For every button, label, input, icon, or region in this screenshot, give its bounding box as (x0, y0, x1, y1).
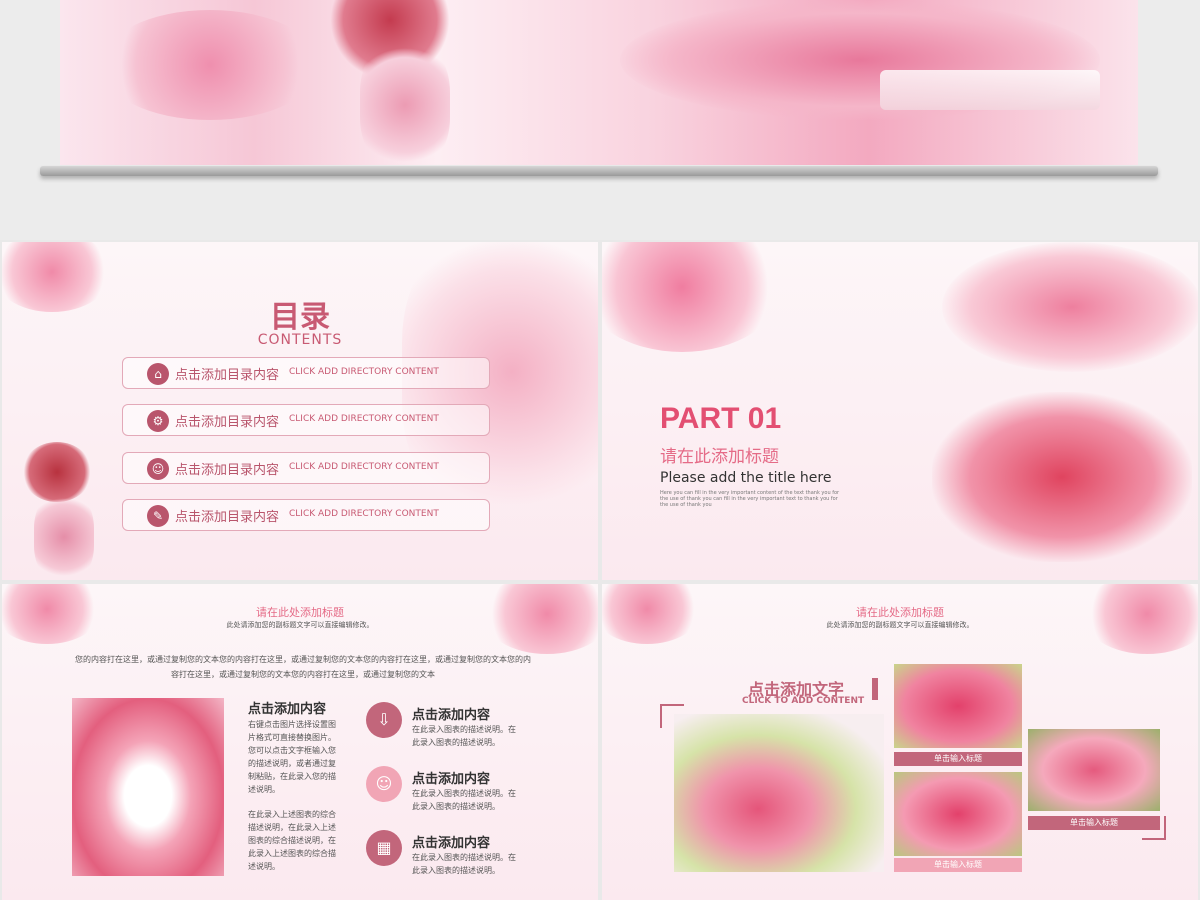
intro-paragraph: 您的内容打在这里，或通过复制您的文本您的内容打在这里，或通过复制您的文本您的内容… (75, 655, 531, 679)
slide-header-subtitle: 此处请添加您的副标题文字可以直接编辑修改。 (826, 621, 974, 629)
item-title: 点击添加内容 (412, 772, 491, 787)
item-title: 点击添加内容 (412, 836, 491, 851)
slide-content[interactable]: 请在此处添加标题 此处请添加您的副标题文字可以直接编辑修改。 您的内容打在这里，… (2, 584, 598, 900)
slide-header-title: 请在此处添加标题 (856, 606, 944, 619)
download-icon: ⇩ (366, 702, 402, 738)
toc-title: 目录 (270, 300, 330, 335)
blossom-photo-2 (894, 772, 1022, 856)
toc-item-label-en: CLICK ADD DIRECTORY CONTENT (289, 414, 439, 424)
hero-cherry-blossom-image (60, 0, 1138, 165)
hero-shelf (40, 166, 1158, 176)
content-title: 点击添加内容 (248, 702, 327, 717)
figure-decoration (34, 492, 94, 580)
tree-decoration (932, 392, 1192, 562)
blossom-photo-3 (1028, 729, 1160, 811)
pen-icon: ✎ (147, 505, 169, 527)
part-description: Here you can fill in the very important … (660, 490, 840, 508)
toc-item-2[interactable]: ⚙ 点击添加目录内容 CLICK ADD DIRECTORY CONTENT (122, 404, 490, 436)
toc-item-label: 点击添加目录内容 (175, 510, 280, 525)
branch-decoration (942, 242, 1198, 372)
content-text: 右键点击图片选择设置图片格式可直接替换图片。您可以点击文字框输入您的描述说明，或… (248, 720, 336, 794)
toc-item-label: 点击添加目录内容 (175, 463, 280, 478)
toc-item-label: 点击添加目录内容 (175, 368, 280, 383)
accent-bar (872, 678, 878, 700)
toc-subtitle: CONTENTS (257, 332, 343, 348)
photo-caption-3: 单击输入标题 (1028, 816, 1160, 830)
toc-item-label: 点击添加目录内容 (175, 415, 280, 430)
toc-item-4[interactable]: ✎ 点击添加目录内容 CLICK ADD DIRECTORY CONTENT (122, 499, 490, 531)
blossom-photo-1 (894, 664, 1022, 748)
calendar-icon: ▦ (366, 830, 402, 866)
photo-caption-2: 单击输入标题 (894, 858, 1022, 872)
blossom-decoration (602, 242, 782, 352)
slide-part-01[interactable]: PART 01 请在此添加标题 Please add the title her… (602, 242, 1198, 580)
click-add-text-en: CLICK TO ADD CONTENT (742, 696, 865, 706)
slide-table-of-contents[interactable]: 目录 CONTENTS ⌂ 点击添加目录内容 CLICK ADD DIRECTO… (2, 242, 598, 580)
corner-bracket (1142, 816, 1166, 840)
slide-gallery[interactable]: 请在此处添加标题 此处请添加您的副标题文字可以直接编辑修改。 点击添加文字 CL… (602, 584, 1198, 900)
users-icon: ☺ (147, 458, 169, 480)
item-text: 在此录入图表的描述说明。在此录入图表的描述说明。 (412, 853, 516, 875)
part-number: PART 01 (660, 402, 782, 435)
toc-item-label-en: CLICK ADD DIRECTORY CONTENT (289, 462, 439, 472)
item-title: 点击添加内容 (412, 708, 491, 723)
content-text-2: 在此录入上述图表的综合描述说明，在此录入上述图表的综合描述说明，在此录入上述图表… (248, 810, 336, 871)
part-title-cn: 请在此添加标题 (660, 447, 779, 467)
item-text: 在此录入图表的描述说明。在此录入图表的描述说明。 (412, 789, 516, 811)
slide-header-subtitle: 此处请添加您的副标题文字可以直接编辑修改。 (226, 621, 374, 629)
gear-icon: ⚙ (147, 410, 169, 432)
toc-item-1[interactable]: ⌂ 点击添加目录内容 CLICK ADD DIRECTORY CONTENT (122, 357, 490, 389)
blossom-photo-main (674, 714, 884, 872)
toc-item-label-en: CLICK ADD DIRECTORY CONTENT (289, 367, 439, 377)
slide-header-title: 请在此处添加标题 (256, 606, 344, 619)
item-text: 在此录入图表的描述说明。在此录入图表的描述说明。 (412, 725, 516, 747)
photo-caption-1: 单击输入标题 (894, 752, 1022, 766)
toc-item-3[interactable]: ☺ 点击添加目录内容 CLICK ADD DIRECTORY CONTENT (122, 452, 490, 484)
home-icon: ⌂ (147, 363, 169, 385)
blossom-photo (72, 698, 224, 876)
users-icon: ☺ (366, 766, 402, 802)
part-title-en: Please add the title here (660, 470, 832, 486)
toc-item-label-en: CLICK ADD DIRECTORY CONTENT (289, 509, 439, 519)
